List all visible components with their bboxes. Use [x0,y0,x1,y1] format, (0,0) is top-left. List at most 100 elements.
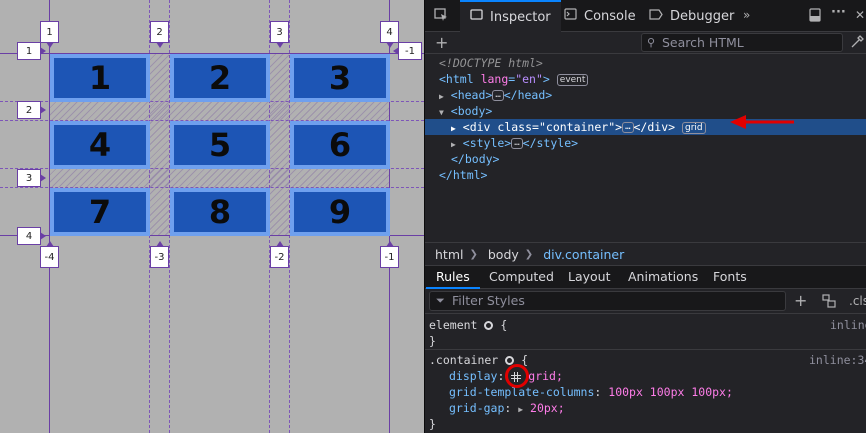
breadcrumb: html ❯ body ❯ div.container [425,242,866,266]
element-rule-source[interactable]: inline [830,317,866,333]
inspector-icon [470,9,483,25]
grid-line-number-right: -1 [393,42,422,60]
chevron-right-icon: ❯ [524,248,534,260]
grid-line-number-top: 2 [150,21,169,48]
chevron-right-icon: ❯ [469,248,478,260]
div-close-tag: </div> [633,120,676,134]
markup-view: <!DOCTYPE html> <html lang="en"> event ▶… [425,55,866,241]
grid-line-number-bottom: -3 [150,241,169,268]
expand-arrow-icon[interactable]: ▶ [439,92,444,101]
grid-cell: 4 [50,121,150,169]
column-gap-2 [269,53,289,236]
grid-cell: 5 [170,121,270,169]
close-icon[interactable]: ✕ [855,8,865,22]
add-node-icon[interactable]: + [435,33,448,52]
more-options-icon[interactable]: ··· [831,5,846,20]
collapsed-content-badge[interactable]: … [492,90,504,101]
grid-line-number-bottom: -4 [40,241,59,268]
breadcrumb-html[interactable]: html [435,247,463,262]
property-name: grid-gap [449,401,505,415]
grid-cell: 3 [290,54,390,102]
property-value: 20px; [530,401,565,415]
filter-styles-input[interactable]: ⏷ Filter Styles [429,291,786,311]
debugger-icon [649,8,663,24]
container-selector: .container [429,353,499,367]
tab-animations[interactable]: Animations [628,266,698,289]
equals-sign: = [532,120,539,134]
collapse-arrow-icon[interactable]: ▼ [439,108,444,117]
collapsed-content-badge[interactable]: … [511,138,523,149]
tab-console[interactable]: Console [564,0,636,32]
rule-element-selector-line: element { [429,317,507,333]
grid-line-number-left: 3 [17,169,46,187]
page-viewport: 1 2 3 4 5 6 7 8 9 1 2 3 4 -4 -3 -2 -1 1 … [0,0,424,433]
property-value: 100px 100px 100px; [608,385,733,399]
grid-cell-label: 9 [294,192,386,232]
container-rule-source[interactable]: inline:34 [809,352,866,368]
grid-cell-label: 2 [174,58,266,98]
add-rule-icon[interactable]: + [794,291,807,310]
column-gap-1 [149,53,169,236]
tab-fonts[interactable]: Fonts [713,266,747,289]
print-simulation-icon[interactable] [822,294,836,312]
head-open-tag: <head> [450,88,493,102]
grid-badge[interactable]: grid [681,121,706,134]
console-icon [564,8,577,24]
search-icon: ⚲ [647,36,656,49]
collapsed-content-badge[interactable]: … [622,122,634,133]
tab-rules[interactable]: Rules [426,266,480,289]
grid-cell: 1 [50,54,150,102]
tab-inspector[interactable]: Inspector [460,0,561,32]
div-tag-close-bracket: > [615,120,623,134]
breadcrumb-div-container[interactable]: div.container [543,247,624,262]
tab-computed[interactable]: Computed [489,266,554,289]
expand-arrow-icon[interactable]: ▶ [518,405,523,414]
eyedropper-icon[interactable] [851,35,864,52]
markup-body-close[interactable]: </body> [425,151,866,167]
open-brace: { [500,318,508,332]
markup-doctype[interactable]: <!DOCTYPE html> [425,55,866,71]
grid-cell-label: 3 [294,58,386,98]
grid-cell-label: 6 [294,125,386,165]
tabs-overflow-icon[interactable]: » [743,8,750,22]
rules-toolbar: ⏷ Filter Styles + .cls [425,289,866,314]
body-close-tag: </body> [451,152,500,166]
grid-cell-label: 5 [174,125,266,165]
search-html-placeholder: Search HTML [662,35,744,50]
markup-html-close[interactable]: </html> [425,167,866,183]
filter-icon: ⏷ [436,294,445,307]
tab-debugger[interactable]: Debugger [649,0,734,32]
div-open-tag: <div [462,120,491,134]
declaration-grid-template-columns[interactable]: grid-template-columns: 100px 100px 100px… [449,384,733,400]
grid-cell: 8 [170,188,270,236]
gear-icon[interactable] [484,321,494,330]
search-html-input[interactable]: ⚲ Search HTML [641,33,843,52]
dock-icon[interactable] [809,8,821,26]
close-brace: } [429,334,436,348]
doctype-text: <!DOCTYPE html> [439,56,543,70]
markup-body-node[interactable]: ▼ <body> [425,103,866,119]
html-open-tag: <html [439,72,474,86]
event-badge[interactable]: event [556,73,589,86]
markup-div-container-node[interactable]: ▶ <div class="container">… </div> grid [425,119,866,135]
markup-style-node[interactable]: ▶ <style>… </style> [425,135,866,151]
breadcrumb-body[interactable]: body [488,247,519,262]
expand-arrow-icon[interactable]: ▶ [451,140,456,149]
style-close-tag: </style> [522,136,579,150]
element-selector: element [429,318,478,332]
markup-html-node[interactable]: <html lang="en"> event [425,71,866,87]
devtools-panel: Inspector Console Debugger » ··· ✕ + ⚲ S… [424,0,866,433]
grid-cell-label: 4 [54,125,146,165]
grid-cell: 7 [50,188,150,236]
expand-arrow-icon[interactable]: ▶ [451,124,456,133]
markup-head-node[interactable]: ▶ <head>… </head> [425,87,866,103]
element-picker-icon[interactable] [434,8,448,26]
tab-layout[interactable]: Layout [568,266,611,289]
cls-toggle[interactable]: .cls [849,294,866,308]
html-close-tag: </html> [439,168,488,182]
grid-line-number-top: 3 [270,21,289,48]
lang-attr-name: lang [480,72,509,86]
declaration-grid-gap[interactable]: grid-gap: ▶ 20px; [449,400,565,416]
body-open-tag: <body> [450,104,493,118]
filter-styles-placeholder: Filter Styles [452,293,525,308]
